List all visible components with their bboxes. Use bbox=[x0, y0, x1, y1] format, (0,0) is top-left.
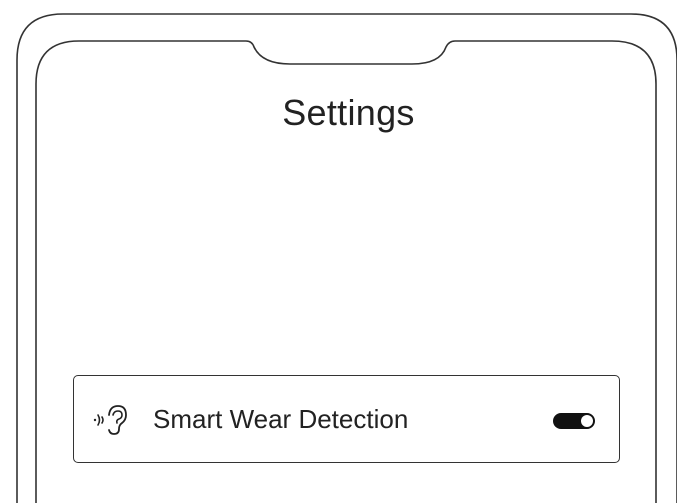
toggle-knob bbox=[581, 415, 593, 427]
phone-screen: Settings Smart Wear Detection bbox=[0, 0, 677, 503]
smart-wear-detection-label: Smart Wear Detection bbox=[153, 404, 409, 434]
page-title: Settings bbox=[282, 92, 415, 133]
smart-wear-detection-toggle[interactable] bbox=[553, 413, 595, 429]
ear-sound-icon bbox=[93, 405, 127, 435]
